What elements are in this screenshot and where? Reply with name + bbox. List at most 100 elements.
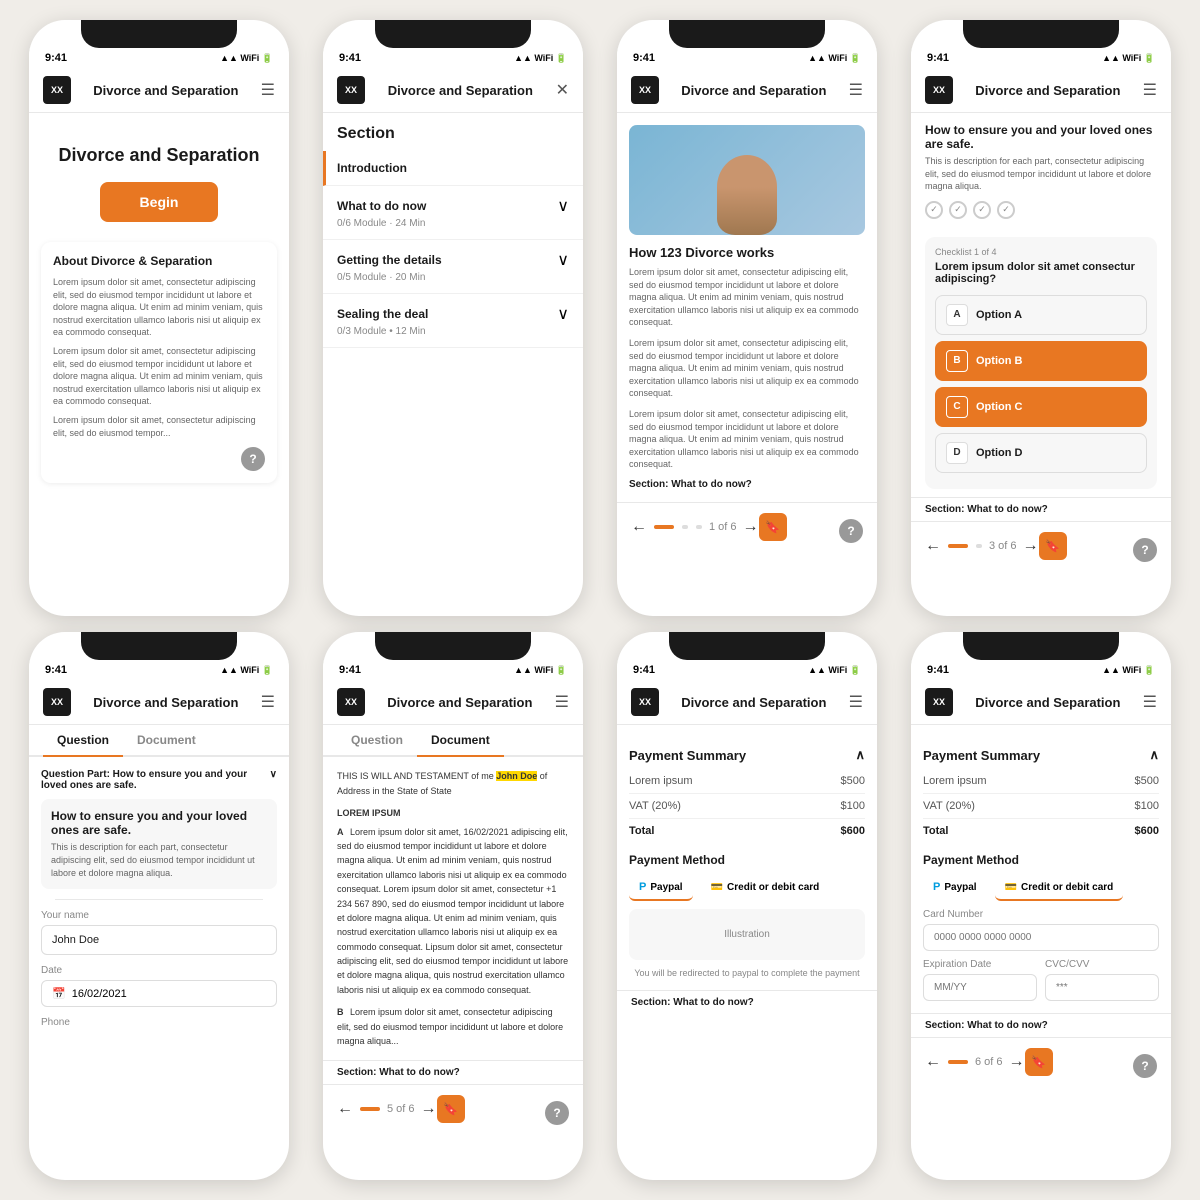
nav-bar: ← 6 of 6 → 🔖 ? bbox=[911, 1037, 1171, 1086]
video-thumbnail[interactable]: ▶ bbox=[629, 125, 865, 235]
payment-card-content: Payment Summary ∧ Lorem ipsum $500 VAT (… bbox=[911, 725, 1171, 1013]
status-time: 9:41 bbox=[927, 52, 949, 64]
next-arrow[interactable]: → bbox=[421, 1100, 437, 1118]
card-number-input[interactable] bbox=[923, 924, 1159, 951]
screen-document: 9:41 ▲▲ WiFi 🔋 XX Divorce and Separation… bbox=[323, 632, 583, 1180]
top-bar: XX Divorce and Separation ☰ bbox=[29, 680, 289, 725]
next-arrow[interactable]: → bbox=[743, 518, 759, 536]
cvc-input[interactable] bbox=[1045, 974, 1159, 1001]
menu-icon[interactable]: ☰ bbox=[555, 692, 569, 712]
menu-item-what[interactable]: What to do now ∨ 0/6 Module · 24 Min bbox=[323, 186, 583, 240]
status-time: 9:41 bbox=[633, 52, 655, 64]
app-title: Divorce and Separation bbox=[93, 83, 238, 98]
cvc-label: CVC/CVV bbox=[1045, 959, 1159, 970]
menu-icon[interactable]: ☰ bbox=[849, 692, 863, 712]
option-c[interactable]: C Option C bbox=[935, 387, 1147, 427]
option-d[interactable]: D Option D bbox=[935, 433, 1147, 473]
card-tab[interactable]: 💳 Credit or debit card bbox=[995, 875, 1124, 901]
status-time: 9:41 bbox=[339, 52, 361, 64]
name-input[interactable]: John Doe bbox=[41, 925, 277, 955]
status-bar: 9:41 ▲▲ WiFi 🔋 bbox=[29, 660, 289, 680]
about-text-3: Lorem ipsum dolor sit amet, consectetur … bbox=[53, 414, 265, 439]
welcome-content: Divorce and Separation Begin About Divor… bbox=[29, 113, 289, 495]
notch bbox=[963, 20, 1119, 48]
next-arrow[interactable]: → bbox=[1023, 537, 1039, 555]
prev-arrow[interactable]: ← bbox=[925, 1053, 941, 1071]
payment-label-2: VAT (20%) bbox=[923, 800, 975, 812]
menu-icon[interactable]: ☰ bbox=[261, 80, 275, 100]
prev-arrow[interactable]: ← bbox=[631, 518, 647, 536]
screen-video-content: 9:41 ▲▲ WiFi 🔋 XX Divorce and Separation… bbox=[617, 20, 877, 616]
status-bar: 9:41 ▲▲ WiFi 🔋 bbox=[911, 660, 1171, 680]
bookmark-button[interactable]: 🔖 bbox=[1025, 1048, 1053, 1076]
chevron-icon: ∨ bbox=[557, 250, 569, 270]
notch bbox=[375, 632, 531, 660]
name-label: Your name bbox=[41, 910, 277, 921]
menu-item-sealing[interactable]: Sealing the deal ∨ 0/3 Module • 12 Min bbox=[323, 294, 583, 348]
app-logo: XX bbox=[43, 688, 71, 716]
begin-button[interactable]: Begin bbox=[100, 182, 219, 222]
help-button[interactable]: ? bbox=[1133, 1054, 1157, 1078]
content-title: How 123 Divorce works bbox=[629, 245, 865, 260]
doc-highlighted-name: John Doe bbox=[496, 771, 537, 781]
paypal-tab[interactable]: P Paypal bbox=[629, 875, 693, 901]
menu-icon[interactable]: ☰ bbox=[849, 80, 863, 100]
menu-what-sub: 0/6 Module · 24 Min bbox=[337, 218, 569, 229]
notch bbox=[81, 20, 237, 48]
intro-label: Introduction bbox=[337, 161, 569, 175]
status-bar: 9:41 ▲▲ WiFi 🔋 bbox=[323, 660, 583, 680]
checklist-label: Checklist 1 of 4 bbox=[935, 247, 1147, 257]
progress-dot-1 bbox=[682, 525, 688, 529]
status-time: 9:41 bbox=[927, 664, 949, 676]
menu-icon[interactable]: ☰ bbox=[261, 692, 275, 712]
bookmark-button[interactable]: 🔖 bbox=[437, 1095, 465, 1123]
card-tab[interactable]: 💳 Credit or debit card bbox=[701, 875, 830, 901]
close-icon[interactable]: ✕ bbox=[556, 80, 569, 100]
app-title: Divorce and Separation bbox=[388, 83, 533, 98]
menu-item-getting[interactable]: Getting the details ∨ 0/5 Module · 20 Mi… bbox=[323, 240, 583, 294]
menu-icon[interactable]: ☰ bbox=[1143, 80, 1157, 100]
question-card: How to ensure you and your loved ones ar… bbox=[41, 799, 277, 889]
top-bar: XX Divorce and Separation ☰ bbox=[29, 68, 289, 113]
payment-value-2: $100 bbox=[1135, 800, 1159, 812]
section-heading: Section bbox=[323, 113, 583, 151]
app-title: Divorce and Separation bbox=[387, 695, 532, 710]
illustration-text: Illustration bbox=[724, 929, 770, 940]
option-a[interactable]: A Option A bbox=[935, 295, 1147, 335]
menu-getting-title: Getting the details bbox=[337, 253, 442, 267]
tab-document[interactable]: Document bbox=[417, 725, 504, 757]
page-indicator: 5 of 6 bbox=[387, 1103, 415, 1115]
menu-item-intro[interactable]: Introduction bbox=[323, 151, 583, 186]
redirect-text: You will be redirected to paypal to comp… bbox=[629, 968, 865, 978]
tab-question[interactable]: Question bbox=[337, 725, 417, 757]
payment-tabs: P Paypal 💳 Credit or debit card bbox=[629, 875, 865, 901]
exp-input[interactable] bbox=[923, 974, 1037, 1001]
card-label: Credit or debit card bbox=[1021, 882, 1113, 893]
prev-arrow[interactable]: ← bbox=[925, 537, 941, 555]
option-d-text: Option D bbox=[976, 447, 1022, 459]
date-input[interactable]: 📅 16/02/2021 bbox=[41, 980, 277, 1007]
tab-document[interactable]: Document bbox=[123, 725, 210, 757]
menu-icon[interactable]: ☰ bbox=[1143, 692, 1157, 712]
status-bar: 9:41 ▲▲ WiFi 🔋 bbox=[29, 48, 289, 68]
doc-letter-b: B bbox=[337, 1007, 344, 1017]
help-button[interactable]: ? bbox=[1133, 538, 1157, 562]
bookmark-button[interactable]: 🔖 bbox=[759, 513, 787, 541]
top-bar: XX Divorce and Separation ✕ bbox=[323, 68, 583, 113]
option-b[interactable]: B Option B bbox=[935, 341, 1147, 381]
help-button[interactable]: ? bbox=[839, 519, 863, 543]
status-time: 9:41 bbox=[45, 664, 67, 676]
chevron-up-icon: ∧ bbox=[1149, 747, 1159, 763]
next-arrow[interactable]: → bbox=[1009, 1053, 1025, 1071]
about-title: About Divorce & Separation bbox=[53, 254, 265, 268]
help-button[interactable]: ? bbox=[241, 447, 265, 471]
paypal-tab[interactable]: P Paypal bbox=[923, 875, 987, 901]
tab-question[interactable]: Question bbox=[43, 725, 123, 757]
page-indicator: 3 of 6 bbox=[989, 540, 1017, 552]
prev-arrow[interactable]: ← bbox=[337, 1100, 353, 1118]
card-details-row: Expiration Date CVC/CVV bbox=[923, 951, 1159, 1001]
calendar-icon: 📅 bbox=[52, 987, 66, 1000]
status-bar: 9:41 ▲▲ WiFi 🔋 bbox=[617, 48, 877, 68]
help-button[interactable]: ? bbox=[545, 1101, 569, 1125]
bookmark-button[interactable]: 🔖 bbox=[1039, 532, 1067, 560]
